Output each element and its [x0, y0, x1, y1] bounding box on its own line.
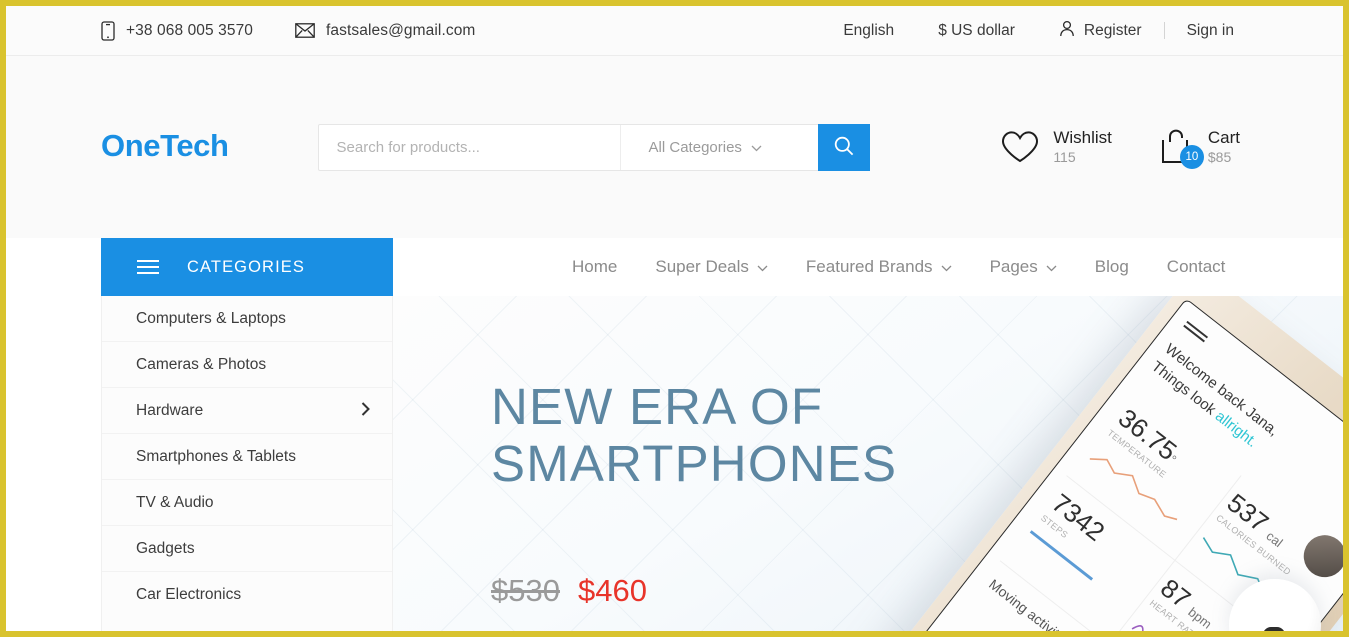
signin-link[interactable]: Sign in — [1165, 22, 1256, 40]
hero-new-price: $460 — [577, 573, 647, 608]
nav-label-home: Home — [572, 257, 618, 276]
nav-item-pages[interactable]: Pages — [971, 257, 1076, 277]
wishlist-count: 115 — [1053, 148, 1076, 165]
nav-item-home[interactable]: Home — [553, 257, 636, 277]
categories-toggle-button[interactable]: CATEGORIES — [101, 238, 393, 296]
envelope-icon — [295, 23, 315, 38]
cart-total: $85 — [1207, 148, 1232, 165]
phone-menu-icon — [1183, 320, 1209, 343]
search-category-label: All Categories — [648, 138, 742, 156]
shopping-bag-icon: 10 — [1160, 129, 1204, 169]
signin-label: Sign in — [1186, 21, 1234, 39]
categories-button-label: CATEGORIES — [187, 257, 305, 276]
currency-label: $ US dollar — [938, 21, 1015, 39]
mobile-phone-icon — [101, 20, 115, 41]
nav-label-blog: Blog — [1094, 257, 1129, 276]
search-bar: All Categories — [317, 123, 870, 171]
nav-item-featured-brands[interactable]: Featured Brands — [787, 257, 971, 277]
hero-old-price: $530 — [491, 573, 560, 608]
category-label: Computers & Laptops — [136, 309, 286, 327]
chevron-down-icon — [1046, 257, 1057, 277]
nav-label-super-deals: Super Deals — [655, 257, 749, 276]
phone-number: +38 068 005 3570 — [126, 21, 254, 39]
calories-unit: cal — [1263, 527, 1286, 550]
top-bar-contact-group: +38 068 005 3570 fastsales@gmail.com — [101, 20, 475, 41]
cart-text: Cart $85 — [1207, 127, 1240, 165]
nav-label-contact: Contact — [1166, 257, 1226, 276]
category-item-car-electronics[interactable]: Car Electronics — [102, 572, 392, 618]
nav-label-featured-brands: Featured Brands — [805, 257, 933, 276]
user-icon — [1059, 20, 1075, 42]
hero-banner: Welcome back Jana, Things look allright.… — [393, 296, 1343, 631]
category-item-hardware[interactable]: Hardware — [102, 388, 392, 434]
hamburger-icon — [137, 260, 159, 274]
language-selector[interactable]: English — [821, 22, 916, 40]
language-label: English — [843, 21, 895, 39]
main-navigation: Home Super Deals Featured Brands Pages B… — [553, 238, 1244, 296]
nav-label-pages: Pages — [989, 257, 1038, 276]
site-header: OneTech All Categories — [6, 56, 1343, 238]
wishlist-label: Wishlist — [1053, 127, 1112, 147]
top-bar: +38 068 005 3570 fastsales@gmail.com Eng… — [6, 6, 1343, 56]
category-label: Cameras & Photos — [136, 355, 267, 373]
nav-item-contact[interactable]: Contact — [1148, 257, 1245, 277]
currency-selector[interactable]: $ US dollar — [916, 22, 1037, 40]
register-link[interactable]: Register — [1037, 20, 1164, 42]
browser-frame: +38 068 005 3570 fastsales@gmail.com Eng… — [0, 0, 1349, 637]
chevron-down-icon — [757, 257, 768, 277]
categories-panel: Computers & Laptops Cameras & Photos Har… — [101, 296, 393, 631]
hero-text-block: NEW ERA OF SMARTPHONES — [491, 378, 897, 492]
chevron-down-icon — [941, 257, 952, 277]
search-input[interactable] — [318, 124, 620, 170]
category-label: Car Electronics — [136, 586, 242, 603]
category-item-computers-laptops[interactable]: Computers & Laptops — [102, 296, 392, 342]
search-category-select[interactable]: All Categories — [619, 124, 818, 170]
wishlist-text: Wishlist 115 — [1053, 127, 1112, 165]
content-area: Computers & Laptops Cameras & Photos Har… — [6, 296, 1343, 631]
heart-icon — [1001, 130, 1039, 164]
page-root: +38 068 005 3570 fastsales@gmail.com Eng… — [6, 6, 1343, 631]
category-item-gadgets[interactable]: Gadgets — [102, 526, 392, 572]
search-icon — [833, 135, 855, 160]
category-label: Gadgets — [136, 539, 195, 557]
site-logo[interactable]: OneTech — [101, 128, 229, 164]
email-contact[interactable]: fastsales@gmail.com — [295, 22, 475, 40]
top-bar-options: English $ US dollar Register Sign in — [821, 20, 1328, 42]
nav-item-blog[interactable]: Blog — [1076, 257, 1148, 277]
category-label: TV & Audio — [136, 493, 214, 511]
category-item-tv-audio[interactable]: TV & Audio — [102, 480, 392, 526]
search-button[interactable] — [817, 123, 870, 171]
category-item-cameras-photos[interactable]: Cameras & Photos — [102, 342, 392, 388]
category-label: Hardware — [136, 401, 204, 419]
register-label: Register — [1083, 21, 1142, 39]
chevron-right-icon — [361, 401, 370, 420]
cart-button[interactable]: 10 Cart $85 — [1160, 127, 1240, 169]
wishlist-button[interactable]: Wishlist 115 — [1001, 127, 1112, 165]
hero-title: NEW ERA OF SMARTPHONES — [491, 378, 898, 493]
cart-label: Cart — [1207, 127, 1240, 147]
hero-price-block: $530 $460 — [491, 573, 647, 609]
chevron-down-icon — [751, 139, 762, 156]
nav-item-super-deals[interactable]: Super Deals — [636, 257, 787, 277]
category-label: Smartphones & Tablets — [136, 447, 296, 465]
category-item-smartphones-tablets[interactable]: Smartphones & Tablets — [102, 434, 392, 480]
nav-row: CATEGORIES Home Super Deals Featured Bra… — [6, 238, 1343, 296]
email-address: fastsales@gmail.com — [326, 21, 476, 39]
phone-contact[interactable]: +38 068 005 3570 — [101, 20, 254, 41]
header-actions: Wishlist 115 10 Cart $85 — [1001, 127, 1328, 169]
cart-badge: 10 — [1179, 144, 1204, 169]
